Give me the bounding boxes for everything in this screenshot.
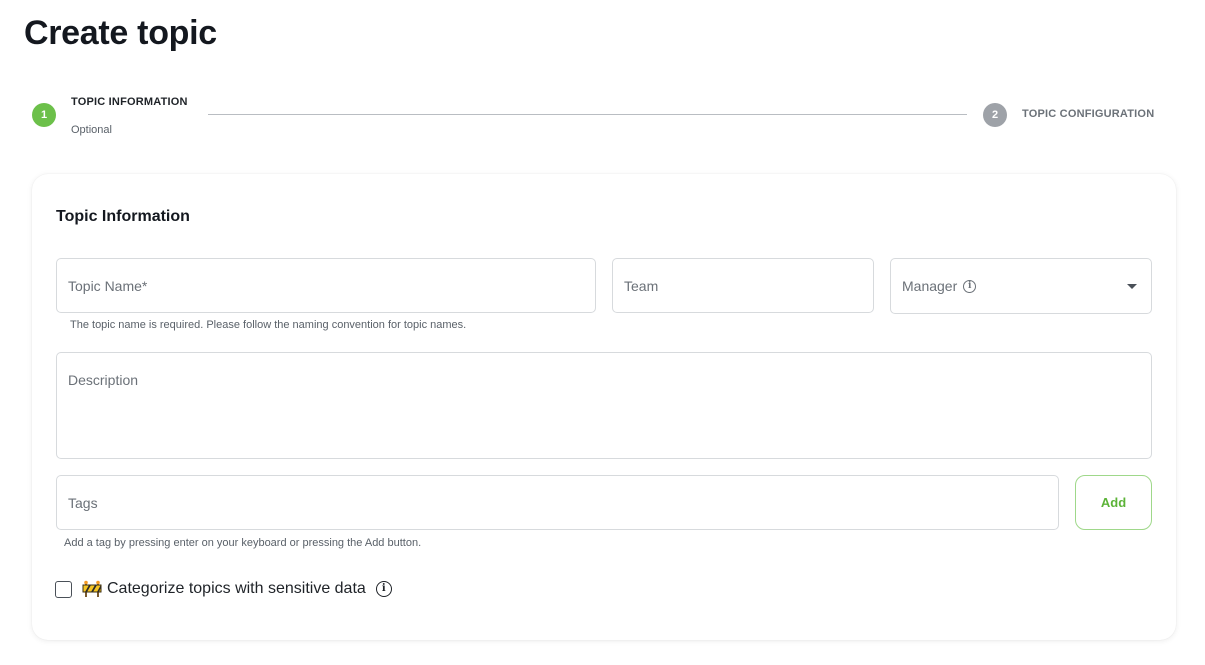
- topic-information-card: Topic Information The topic name is requ…: [32, 174, 1176, 640]
- manager-info-icon[interactable]: i: [963, 279, 977, 293]
- topic-name-field: [56, 258, 596, 313]
- step-1-indicator[interactable]: 1: [32, 103, 56, 127]
- team-field: [612, 258, 874, 313]
- step-1-label[interactable]: TOPIC INFORMATION: [71, 96, 188, 108]
- manager-select[interactable]: Manager i: [890, 258, 1152, 314]
- tags-field: [56, 475, 1059, 530]
- step-connector: [208, 114, 967, 115]
- chevron-down-icon: [1127, 284, 1137, 289]
- step-2-label[interactable]: TOPIC CONFIGURATION: [1022, 108, 1154, 120]
- topic-name-helper-text: The topic name is required. Please follo…: [70, 319, 467, 331]
- step-1-optional-label: Optional: [71, 124, 112, 136]
- description-textarea[interactable]: [57, 353, 1151, 458]
- step-2-indicator[interactable]: 2: [983, 103, 1007, 127]
- sensitive-data-info-icon[interactable]: i: [375, 581, 392, 597]
- add-tag-button[interactable]: Add: [1075, 475, 1152, 530]
- description-field: [56, 352, 1152, 459]
- manager-label: Manager: [902, 278, 958, 294]
- tags-helper-text: Add a tag by pressing enter on your keyb…: [64, 537, 422, 549]
- page-title: Create topic: [24, 14, 217, 52]
- team-input[interactable]: [613, 259, 873, 312]
- topic-name-input[interactable]: [57, 259, 595, 312]
- tags-input[interactable]: [57, 476, 1058, 529]
- section-title: Topic Information: [56, 208, 190, 225]
- construction-barrier-icon: [82, 580, 102, 598]
- sensitive-data-label[interactable]: Categorize topics with sensitive data: [107, 580, 366, 598]
- sensitive-data-row: Categorize topics with sensitive data i: [55, 578, 392, 600]
- sensitive-data-checkbox[interactable]: [55, 580, 72, 598]
